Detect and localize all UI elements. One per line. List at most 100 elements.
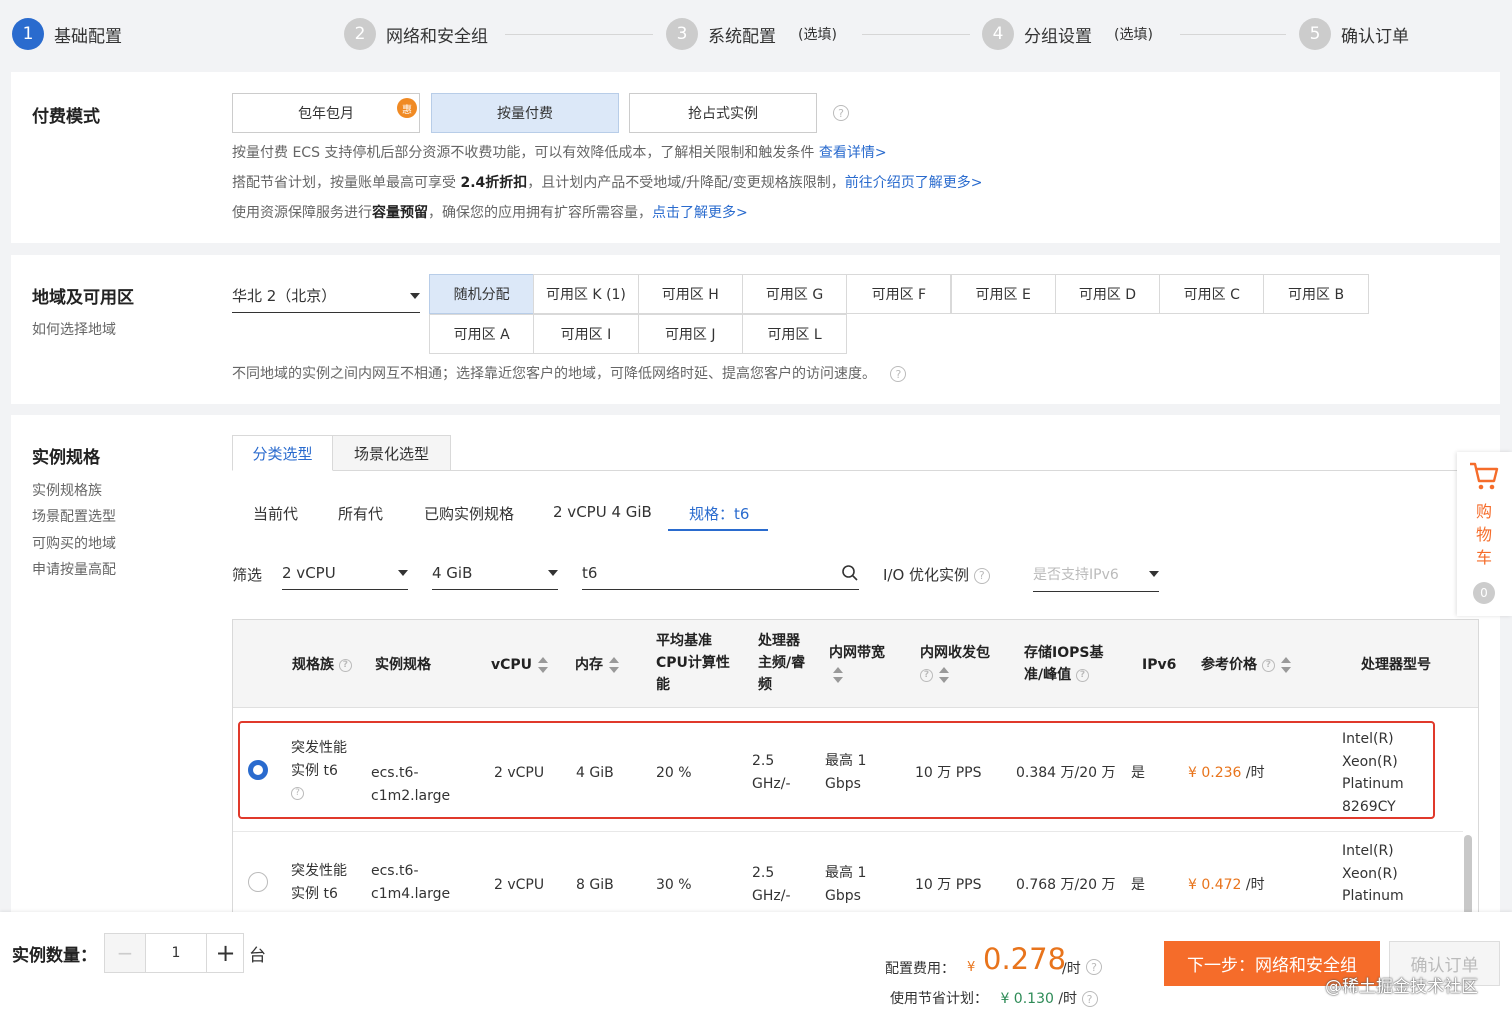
help-icon[interactable]: ? [833,105,849,121]
filter-tab-purchased[interactable]: 已购实例规格 [424,503,514,524]
step-label: 基础配置 [54,26,122,47]
step-number: 5 [1299,18,1331,50]
tab-scenario[interactable]: 场景化选型 [333,435,451,471]
plus-button[interactable]: + [206,934,244,972]
sort-icon[interactable] [538,657,549,673]
zone-option[interactable]: 可用区 D [1054,274,1161,314]
step-connector [862,34,970,35]
search-icon[interactable] [841,564,859,582]
cart-widget[interactable]: 购物车 0 [1457,452,1512,616]
spec-sub-family[interactable]: 实例规格族 [32,480,102,500]
sort-icon[interactable] [1280,657,1291,673]
step-5[interactable]: 5 确认订单 [1299,17,1409,51]
zone-option[interactable]: 可用区 J [637,314,743,354]
config-fee: 配置费用： ¥ 0.278 /时 ? [885,942,1113,986]
zone-option[interactable]: 可用区 A [429,314,535,354]
col-memory[interactable]: 内存 [575,654,619,676]
sort-icon[interactable] [939,667,949,683]
help-icon[interactable]: ? [291,786,304,800]
spec-sub-regions[interactable]: 可购买的地域 [32,533,116,553]
step-optional: (选填) [798,27,837,43]
row-radio[interactable] [248,872,268,892]
col-ipv6: IPv6 [1142,657,1177,673]
io-optimized-label: I/O 优化实例 ? [883,564,990,585]
step-2[interactable]: 2 网络和安全组 [344,17,488,51]
tab-category[interactable]: 分类选型 [232,435,333,471]
col-price[interactable]: 参考价格 ? [1201,654,1291,676]
col-bandwidth[interactable]: 内网带宽 [829,642,895,686]
quantity-input[interactable]: 1 [146,934,206,972]
details-link[interactable]: 查看详情> [819,145,887,161]
billing-subscription-button[interactable]: 包年包月 惠 [232,93,420,133]
zone-option[interactable]: 可用区 F [846,274,952,314]
help-icon[interactable]: ? [890,366,907,382]
vcpu-select[interactable]: 2 vCPU [282,556,408,590]
table-scrollbar[interactable] [1464,835,1472,912]
capacity-link[interactable]: 点击了解更多> [652,205,748,221]
region-select[interactable]: 华北 2（北京） [232,279,420,313]
help-icon[interactable]: ? [1086,959,1102,975]
col-pps[interactable]: 内网收发包? [920,642,1000,686]
region-help-link[interactable]: 如何选择地域 [32,319,116,339]
zone-option[interactable]: 可用区 C [1159,274,1265,314]
step-connector [1180,34,1286,35]
fee-value: 0.278 [983,942,1067,976]
sort-icon[interactable] [833,667,843,683]
zone-option[interactable]: 可用区 H [637,274,743,314]
step-4[interactable]: 4 分组设置 (选填) [982,17,1153,51]
vcpu-select-value: 2 vCPU [282,563,336,582]
filter-tab-spec-t6[interactable]: 规格：t6 [689,503,749,524]
zone-option[interactable]: 可用区 E [950,274,1056,314]
zone-option[interactable]: 可用区 G [741,274,848,314]
help-icon[interactable]: ? [920,668,933,682]
help-icon[interactable]: ? [1081,991,1098,1007]
help-icon[interactable]: ? [1076,668,1089,682]
memory-select[interactable]: 4 GiB [432,556,558,590]
billing-payasyougo-button[interactable]: 按量付费 [431,93,619,133]
filter-tab-all[interactable]: 所有代 [338,503,383,524]
spec-search-input[interactable]: t6 [582,556,859,590]
spec-table: 规格族 ? 实例规格 vCPU 内存 平均基准CPU计算性能 处理器主频/睿频 … [232,619,1479,912]
row-radio[interactable] [248,760,268,780]
step-label: 网络和安全组 [386,26,488,47]
billing-option-label: 按量付费 [497,106,553,122]
row-ipv6: 是 [1131,765,1145,781]
bottom-bar: 实例数量： − 1 + 台 配置费用： ¥ 0.278 /时 ? 使用节省计划：… [0,912,1512,1020]
row-baseline: 20 % [656,765,692,781]
step-3[interactable]: 3 系统配置 (选填) [666,17,837,51]
row-bandwidth: 最高 1 Gbps [825,753,867,792]
row-iops: 0.384 万/20 万 [1016,765,1116,781]
filter-label: 筛选 [232,566,263,584]
zone-option[interactable]: 可用区 L [741,314,848,354]
billing-spot-button[interactable]: 抢占式实例 [629,93,817,133]
filter-tab-current[interactable]: 当前代 [253,503,298,524]
filter-tab-2c4g[interactable]: 2 vCPU 4 GiB [553,503,652,521]
help-icon[interactable]: ? [338,658,352,672]
row-vcpu: 2 vCPU [494,765,545,781]
minus-button[interactable]: − [105,934,146,972]
help-icon[interactable]: ? [973,567,990,584]
chevron-down-icon [548,569,558,576]
help-icon[interactable]: ? [1261,658,1275,672]
chevron-down-icon [398,569,408,576]
savings-plan-link[interactable]: 前往介绍页了解更多> [845,175,983,191]
row-frequency: 2.5 GHz/- [752,865,791,904]
step-1[interactable]: 1 基础配置 [12,17,122,51]
spec-sub-scenario[interactable]: 场景配置选型 [32,506,116,526]
chevron-down-icon [410,292,420,299]
zone-option[interactable]: 可用区 B [1263,274,1369,314]
region-title: 地域及可用区 [32,288,134,308]
wizard-steps: 1 基础配置 2 网络和安全组 3 系统配置 (选填) 4 分组设置 (选填) … [0,0,1512,70]
sort-icon[interactable] [609,657,619,673]
row-price: ¥ 0.236 /时 [1188,765,1265,781]
ipv6-select[interactable]: 是否支持IPv6 [1033,556,1159,592]
region-note: 不同地域的实例之间内网互不相通；选择靠近您客户的地域，可降低网络时延、提高您客户… [232,363,907,383]
step-number: 1 [12,18,44,50]
zone-option[interactable]: 可用区 K (1) [533,274,639,314]
plan-unit: /时 [1058,991,1078,1007]
spec-sub-apply[interactable]: 申请按量高配 [32,559,116,579]
row-family: 突发性能实例 t6 [291,863,347,902]
zone-option[interactable]: 可用区 I [533,314,639,354]
col-vcpu[interactable]: vCPU [491,654,549,676]
zone-option[interactable]: 随机分配 [429,274,535,314]
